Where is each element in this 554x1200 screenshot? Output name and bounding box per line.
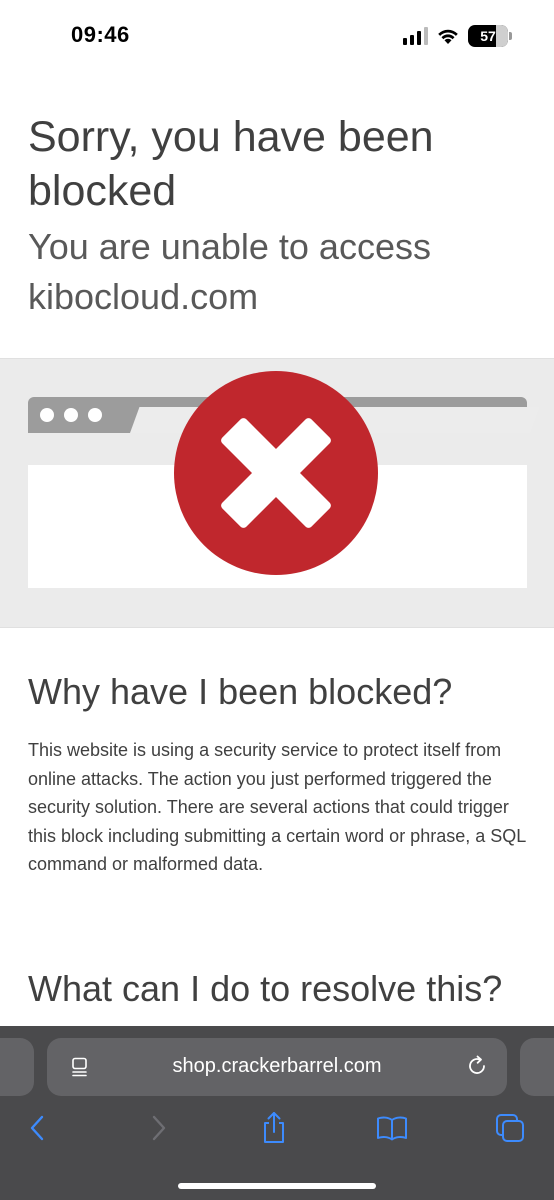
status-time: 09:46 bbox=[71, 22, 130, 47]
previous-tab-preview[interactable] bbox=[0, 1038, 34, 1096]
status-icons: 57 bbox=[403, 25, 512, 47]
bookmarks-icon bbox=[377, 1116, 407, 1141]
bookmarks-button[interactable] bbox=[372, 1108, 412, 1148]
why-blocked-heading: Why have I been blocked? bbox=[28, 671, 453, 712]
forward-button[interactable] bbox=[138, 1108, 178, 1148]
window-dot-icon bbox=[40, 408, 54, 422]
battery-level: 57 bbox=[480, 28, 496, 44]
battery-icon: 57 bbox=[468, 25, 512, 47]
window-dot-icon bbox=[64, 408, 78, 422]
page-title: Sorry, you have been blocked bbox=[28, 113, 434, 215]
tabs-icon bbox=[496, 1114, 524, 1142]
address-bar[interactable]: shop.crackerbarrel.com bbox=[47, 1038, 507, 1096]
window-dot-icon bbox=[88, 408, 102, 422]
share-button[interactable] bbox=[254, 1108, 294, 1148]
reload-icon[interactable] bbox=[465, 1054, 489, 1078]
resolve-heading: What can I do to resolve this? bbox=[28, 968, 503, 1009]
back-button[interactable] bbox=[18, 1108, 58, 1148]
page-subtitle: You are unable to access kibocloud.com bbox=[28, 226, 431, 317]
url-text[interactable]: shop.crackerbarrel.com bbox=[47, 1055, 507, 1078]
next-tab-preview[interactable] bbox=[520, 1038, 554, 1096]
why-blocked-text: This website is using a security service… bbox=[28, 740, 526, 875]
home-indicator[interactable] bbox=[178, 1183, 376, 1189]
status-bar: 09:46 57 bbox=[0, 0, 554, 72]
back-icon bbox=[30, 1115, 44, 1141]
cellular-signal-icon bbox=[403, 27, 428, 45]
wifi-icon bbox=[438, 29, 458, 44]
tabs-button[interactable] bbox=[490, 1108, 530, 1148]
forward-icon bbox=[152, 1115, 166, 1141]
share-icon bbox=[264, 1112, 284, 1143]
error-x-icon bbox=[174, 371, 378, 575]
